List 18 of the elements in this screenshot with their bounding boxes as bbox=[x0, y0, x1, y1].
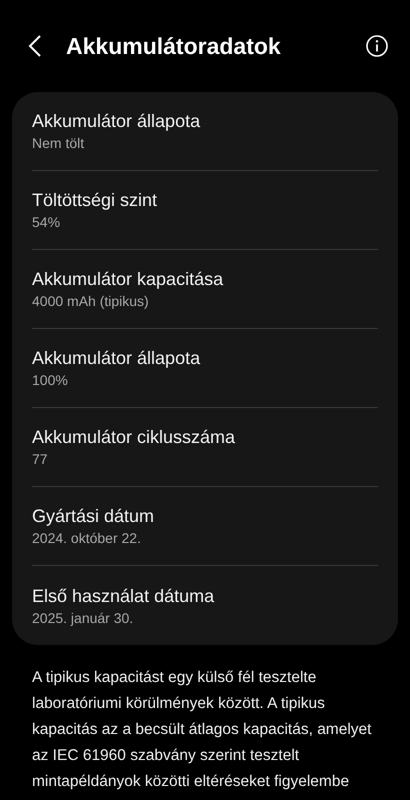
item-value: 2024. október 22. bbox=[32, 529, 142, 547]
info-icon[interactable] bbox=[366, 35, 388, 57]
item-value: 2025. január 30. bbox=[32, 608, 134, 626]
item-value: 100% bbox=[32, 371, 69, 389]
item-title[interactable]: Akkumulátor ciklusszáma bbox=[32, 426, 378, 448]
item-value: 54% bbox=[32, 213, 62, 231]
item-title[interactable]: Akkumulátor állapota bbox=[32, 110, 378, 132]
back-icon[interactable] bbox=[28, 34, 42, 58]
info-paragraph: A tipikus kapacitást egy külső fél tesztelte laboratóriumi körülmények között. A tipikus kapacitás az a becsült átlagos kapacitás, amelyet az IEC 61960 szabvány szerint tesztelt mintapéldányok közötti eltéréseket figyelembe bbox=[31, 668, 372, 792]
item-value: 77 bbox=[32, 450, 49, 468]
item-value: Nem tölt bbox=[32, 134, 86, 152]
item-title[interactable]: Első használat dátuma bbox=[32, 584, 378, 606]
item-value: 4000 mAh (tipikus) bbox=[32, 292, 150, 310]
page-title: Akkumulátoradatok bbox=[66, 32, 281, 61]
item-title[interactable]: Akkumulátor állapota bbox=[32, 347, 378, 369]
item-title[interactable]: Töltöttségi szint bbox=[32, 189, 378, 211]
item-title[interactable]: Akkumulátor kapacitása bbox=[32, 268, 378, 290]
item-title[interactable]: Gyártási dátum bbox=[32, 505, 378, 527]
